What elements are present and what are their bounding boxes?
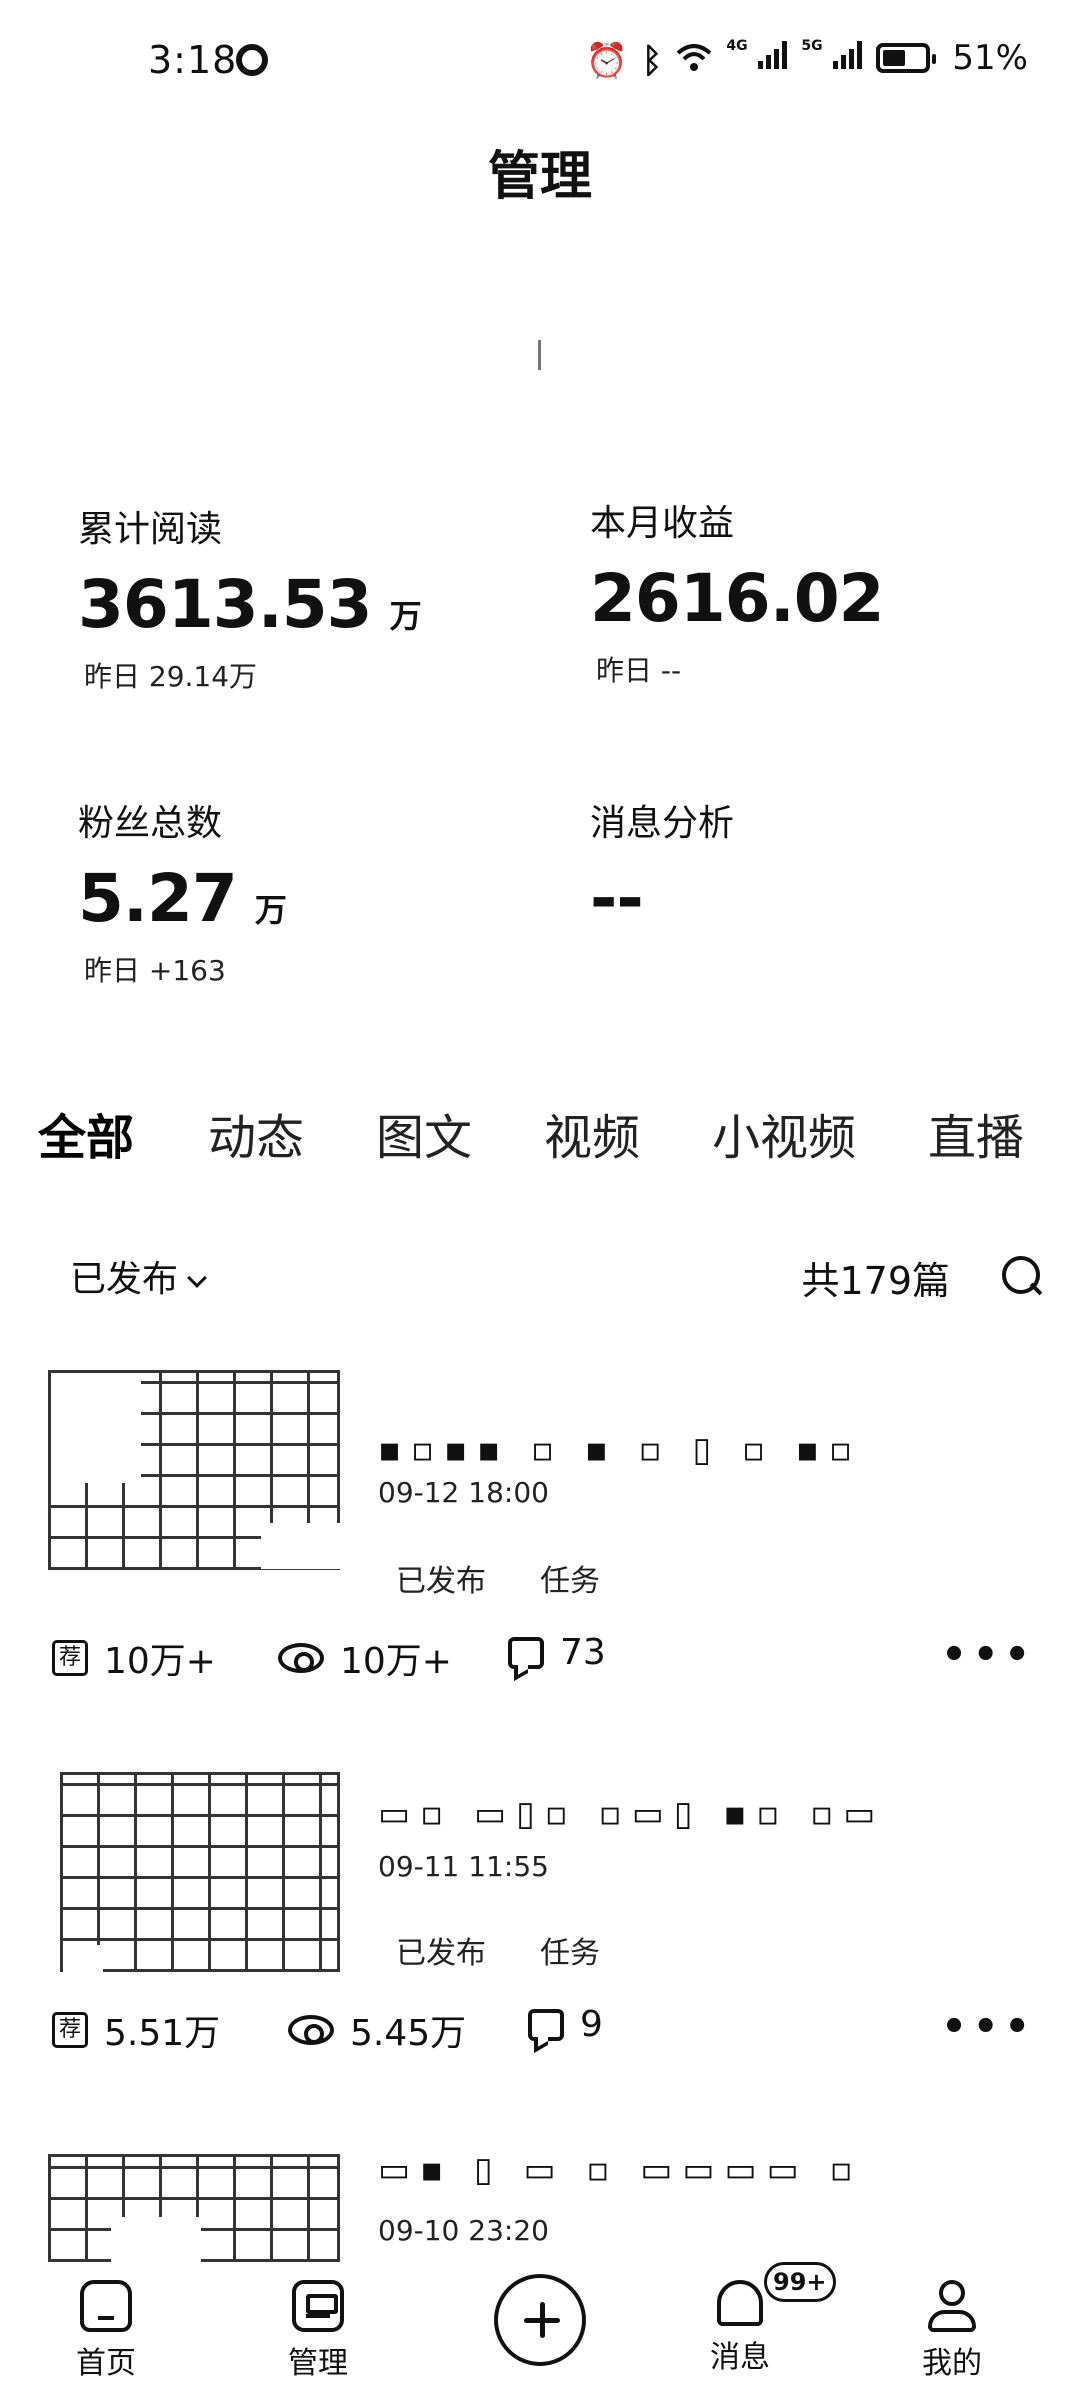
message-count-badge: 99+: [764, 2262, 836, 2302]
tab-dynamic[interactable]: 动态: [208, 1098, 304, 1168]
stat-value: --: [590, 860, 644, 937]
tab-short-video[interactable]: 小视频: [712, 1098, 856, 1168]
tag-published: 已发布: [396, 1936, 486, 1971]
content-type-tabs: 全部 动态 图文 视频 小视频 直播: [0, 1098, 1080, 1178]
notification-ring-icon: [236, 44, 268, 76]
stat-followers[interactable]: 粉丝总数 5.27 万 昨日 +163: [78, 794, 287, 989]
battery-icon: [876, 43, 937, 73]
stat-label: 粉丝总数: [78, 803, 223, 844]
user-icon: [926, 2280, 978, 2332]
article-date: 09-10 23:20: [378, 2214, 549, 2247]
tag-published: 已发布: [396, 1564, 486, 1599]
filter-label: 已发布: [70, 1259, 179, 1300]
comment-count: 73: [560, 1632, 606, 1673]
article-thumbnail: [60, 1772, 340, 1975]
views-eye-icon: [278, 1643, 324, 1673]
article-tags: 已发布 任务: [396, 1928, 654, 1972]
tag-task: 任务: [540, 1936, 600, 1971]
nav-home[interactable]: 首页: [46, 2280, 166, 2382]
battery-percent: 51%: [952, 38, 1028, 78]
recommend-icon: 荐: [52, 1640, 88, 1676]
tab-articles[interactable]: 图文: [376, 1098, 472, 1168]
status-bar: 3:18 ⏰ ᛒ 4G 5G 51%: [0, 0, 1080, 120]
article-metrics: 荐 5.51万 5.45万 9 •••: [50, 2004, 1040, 2054]
bell-icon: [717, 2280, 763, 2326]
status-filter-dropdown[interactable]: 已发布: [70, 1250, 207, 1302]
search-icon[interactable]: [1002, 1256, 1042, 1296]
recommend-count: 5.51万: [104, 2013, 221, 2054]
stat-yesterday: 昨日 +163: [84, 954, 226, 987]
tag-task: 任务: [540, 1564, 600, 1599]
comment-icon: [508, 1636, 544, 1669]
views-count: 5.45万: [350, 2013, 467, 2054]
article-card[interactable]: ▪▫▪▪ ▫ ▪ ▫ ▯ ▫ ▪▫ 09-12 18:00 已发布 任务 荐 10万…: [0, 1370, 1080, 1690]
stat-monthly-income[interactable]: 本月收益 2616.02 昨日 --: [590, 494, 885, 689]
article-thumbnail: [48, 1370, 341, 1570]
article-title: ▭▫ ▭▯▫ ▫▭▯ ▪▫ ▫▭: [378, 1794, 886, 1834]
create-post-button[interactable]: [494, 2274, 586, 2366]
more-options-icon[interactable]: •••: [941, 2004, 1036, 2050]
stat-label: 消息分析: [590, 803, 735, 844]
stat-yesterday: 昨日 --: [596, 654, 682, 687]
stat-value: 3613.53 万: [78, 566, 422, 643]
status-icons: ⏰ ᛒ 4G 5G 51%: [585, 38, 1028, 81]
loading-indicator: [538, 340, 541, 370]
chevron-down-icon: [187, 1268, 207, 1288]
article-title: ▭▪ ▯ ▭ ▫ ▭▭▭▭ ▫: [378, 2150, 863, 2190]
nav-manage[interactable]: 管理: [258, 2280, 378, 2382]
stat-value: 5.27 万: [78, 860, 287, 937]
tab-video[interactable]: 视频: [544, 1098, 640, 1168]
article-card[interactable]: ▭▫ ▭▯▫ ▫▭▯ ▪▫ ▫▭ 09-11 11:55 已发布 任务 荐 5.51…: [0, 1772, 1080, 2092]
stat-total-reads[interactable]: 累计阅读 3613.53 万 昨日 29.14万: [78, 500, 422, 695]
article-tags: 已发布 任务: [396, 1556, 654, 1600]
nav-messages-label: 消息: [710, 2340, 770, 2375]
wifi-icon: [676, 41, 712, 75]
home-icon: [80, 2280, 132, 2332]
stat-yesterday: 昨日 29.14万: [84, 660, 258, 693]
nav-mine-label: 我的: [922, 2346, 982, 2381]
recommend-icon: 荐: [52, 2012, 88, 2048]
article-date: 09-11 11:55: [378, 1850, 549, 1883]
article-card[interactable]: ▭▪ ▯ ▭ ▫ ▭▭▭▭ ▫ 09-10 23:20: [0, 2146, 1080, 2262]
status-time: 3:18: [148, 38, 238, 82]
tab-all[interactable]: 全部: [38, 1098, 134, 1168]
stat-value: 2616.02: [590, 560, 885, 637]
article-title: ▪▫▪▪ ▫ ▪ ▫ ▯ ▫ ▪▫: [378, 1430, 862, 1470]
article-thumbnail: [48, 2154, 340, 2262]
tab-live[interactable]: 直播: [928, 1098, 1024, 1168]
views-count: 10万+: [340, 1641, 452, 1682]
page-title: 管理: [487, 147, 592, 207]
bluetooth-icon: ᛒ: [641, 41, 663, 81]
more-options-icon[interactable]: •••: [941, 1632, 1036, 1678]
nav-mine[interactable]: 我的: [892, 2280, 1012, 2382]
cell-signal-5g-icon: 5G: [801, 38, 863, 78]
manage-icon: [292, 2280, 344, 2332]
comment-count: 9: [580, 2004, 603, 2045]
article-count: 共179篇: [801, 1259, 950, 1303]
stat-label: 本月收益: [590, 503, 735, 544]
views-eye-icon: [288, 2015, 334, 2045]
cell-signal-4g-icon: 4G: [726, 38, 788, 78]
recommend-count: 10万+: [104, 1641, 216, 1682]
comment-icon: [528, 2008, 564, 2041]
stat-label: 累计阅读: [78, 509, 223, 550]
article-date: 09-12 18:00: [378, 1476, 549, 1509]
alarm-icon: ⏰: [585, 41, 628, 81]
article-metrics: 荐 10万+ 10万+ 73 •••: [50, 1632, 1040, 1682]
nav-manage-label: 管理: [288, 2346, 348, 2381]
stat-message-analysis[interactable]: 消息分析 --: [590, 794, 734, 937]
nav-home-label: 首页: [76, 2346, 136, 2381]
